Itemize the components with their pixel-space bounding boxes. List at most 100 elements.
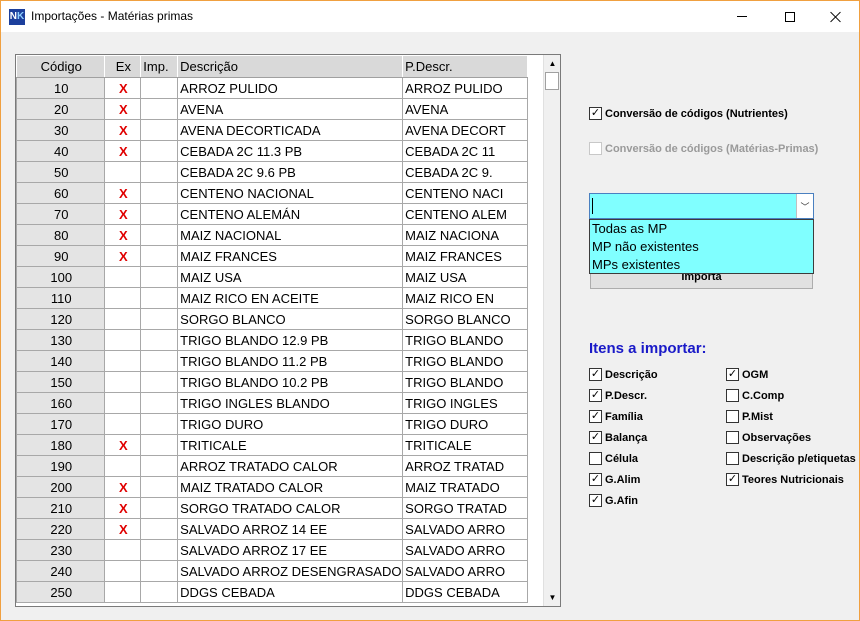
chevron-down-icon[interactable]: ﹀ xyxy=(796,194,813,218)
cell-ex[interactable]: X xyxy=(103,224,142,246)
cell-imp[interactable] xyxy=(140,476,179,498)
cell-description[interactable]: CEBADA 2C 11.3 PB xyxy=(177,140,404,162)
table-row[interactable]: 90 X MAIZ FRANCES MAIZ FRANCES xyxy=(16,245,528,267)
cell-ex[interactable]: X xyxy=(103,518,142,540)
cell-description[interactable]: ARROZ TRATADO CALOR xyxy=(177,455,404,477)
cell-description[interactable]: SALVADO ARROZ 17 EE xyxy=(177,539,404,561)
cell-code[interactable]: 10 xyxy=(16,77,105,99)
cell-description[interactable]: CENTENO ALEMÁN xyxy=(177,203,404,225)
cell-code[interactable]: 250 xyxy=(16,581,105,603)
cell-imp[interactable] xyxy=(140,455,179,477)
cell-imp[interactable] xyxy=(140,329,179,351)
cell-ex[interactable] xyxy=(103,329,142,351)
cell-code[interactable]: 220 xyxy=(16,518,105,540)
cell-ex[interactable] xyxy=(103,413,142,435)
cell-code[interactable]: 210 xyxy=(16,497,105,519)
cell-pdescr[interactable]: TRIGO INGLES xyxy=(402,392,528,414)
cell-description[interactable]: TRIGO BLANDO 10.2 PB xyxy=(177,371,404,393)
cell-imp[interactable] xyxy=(140,140,179,162)
table-row[interactable]: 200 X MAIZ TRATADO CALOR MAIZ TRATADO xyxy=(16,476,528,498)
cell-pdescr[interactable]: TRIGO BLANDO xyxy=(402,350,528,372)
cell-imp[interactable] xyxy=(140,266,179,288)
cell-pdescr[interactable]: TRIGO DURO xyxy=(402,413,528,435)
cell-description[interactable]: MAIZ USA xyxy=(177,266,404,288)
cell-imp[interactable] xyxy=(140,392,179,414)
cell-ex[interactable]: X xyxy=(103,119,142,141)
cell-ex[interactable]: X xyxy=(103,476,142,498)
cell-ex[interactable] xyxy=(103,392,142,414)
cell-code[interactable]: 90 xyxy=(16,245,105,267)
table-row[interactable]: 50 CEBADA 2C 9.6 PB CEBADA 2C 9. xyxy=(16,161,528,183)
import-item-checkbox[interactable] xyxy=(589,494,602,507)
table-row[interactable]: 120 SORGO BLANCO SORGO BLANCO xyxy=(16,308,528,330)
cell-ex[interactable] xyxy=(103,581,142,603)
cell-pdescr[interactable]: SALVADO ARRO xyxy=(402,518,528,540)
cell-description[interactable]: SORGO TRATADO CALOR xyxy=(177,497,404,519)
cell-pdescr[interactable]: ARROZ TRATAD xyxy=(402,455,528,477)
table-row[interactable]: 230 SALVADO ARROZ 17 EE SALVADO ARRO xyxy=(16,539,528,561)
cell-imp[interactable] xyxy=(140,77,179,99)
cell-imp[interactable] xyxy=(140,518,179,540)
cell-ex[interactable] xyxy=(103,161,142,183)
import-item-checkbox[interactable] xyxy=(589,410,602,423)
cell-pdescr[interactable]: CEBADA 2C 11 xyxy=(402,140,528,162)
table-row[interactable]: 80 X MAIZ NACIONAL MAIZ NACIONA xyxy=(16,224,528,246)
import-item-observacoes[interactable]: Observações xyxy=(726,431,811,444)
import-item-p-mist[interactable]: P.Mist xyxy=(726,410,773,423)
cell-description[interactable]: CEBADA 2C 9.6 PB xyxy=(177,161,404,183)
import-item-checkbox[interactable] xyxy=(589,452,602,465)
import-item-ogm[interactable]: OGM xyxy=(726,368,768,381)
cell-imp[interactable] xyxy=(140,581,179,603)
import-item-familia[interactable]: Família xyxy=(589,410,643,423)
cell-description[interactable]: SORGO BLANCO xyxy=(177,308,404,330)
table-row[interactable]: 190 ARROZ TRATADO CALOR ARROZ TRATAD xyxy=(16,455,528,477)
close-button[interactable] xyxy=(813,1,859,32)
cell-pdescr[interactable]: CENTENO ALEM xyxy=(402,203,528,225)
table-row[interactable]: 220 X SALVADO ARROZ 14 EE SALVADO ARRO xyxy=(16,518,528,540)
cell-description[interactable]: AVENA DECORTICADA xyxy=(177,119,404,141)
cell-imp[interactable] xyxy=(140,224,179,246)
cell-ex[interactable]: X xyxy=(103,140,142,162)
table-row[interactable]: 180 X TRITICALE TRITICALE xyxy=(16,434,528,456)
cell-ex[interactable] xyxy=(103,371,142,393)
cell-code[interactable]: 40 xyxy=(16,140,105,162)
cell-ex[interactable]: X xyxy=(103,497,142,519)
cell-description[interactable]: MAIZ TRATADO CALOR xyxy=(177,476,404,498)
cell-pdescr[interactable]: MAIZ TRATADO xyxy=(402,476,528,498)
scroll-up-icon[interactable]: ▲ xyxy=(544,55,560,72)
import-item-g-alim[interactable]: G.Alim xyxy=(589,473,640,486)
cell-description[interactable]: AVENA xyxy=(177,98,404,120)
cell-imp[interactable] xyxy=(140,371,179,393)
cell-imp[interactable] xyxy=(140,203,179,225)
table-row[interactable]: 140 TRIGO BLANDO 11.2 PB TRIGO BLANDO xyxy=(16,350,528,372)
materials-grid[interactable]: Código Ex Imp. Descrição P.Descr. 10 X ARR… xyxy=(15,54,561,607)
cell-imp[interactable] xyxy=(140,350,179,372)
cell-ex[interactable] xyxy=(103,560,142,582)
cell-pdescr[interactable]: MAIZ USA xyxy=(402,266,528,288)
cell-ex[interactable]: X xyxy=(103,77,142,99)
cell-imp[interactable] xyxy=(140,245,179,267)
cell-pdescr[interactable]: AVENA xyxy=(402,98,528,120)
cell-ex[interactable] xyxy=(103,308,142,330)
cell-imp[interactable] xyxy=(140,161,179,183)
cell-code[interactable]: 60 xyxy=(16,182,105,204)
cell-pdescr[interactable]: TRITICALE xyxy=(402,434,528,456)
import-item-teores-nutricionais[interactable]: Teores Nutricionais xyxy=(726,473,844,486)
import-item-descricao-p-etiquetas[interactable]: Descrição p/etiquetas xyxy=(726,452,856,465)
import-item-checkbox[interactable] xyxy=(726,452,739,465)
cell-code[interactable]: 150 xyxy=(16,371,105,393)
cell-description[interactable]: MAIZ RICO EN ACEITE xyxy=(177,287,404,309)
import-item-checkbox[interactable] xyxy=(726,368,739,381)
cell-imp[interactable] xyxy=(140,497,179,519)
cell-description[interactable]: SALVADO ARROZ 14 EE xyxy=(177,518,404,540)
cell-code[interactable]: 110 xyxy=(16,287,105,309)
cell-ex[interactable]: X xyxy=(103,203,142,225)
cell-description[interactable]: CENTENO NACIONAL xyxy=(177,182,404,204)
import-item-celula[interactable]: Célula xyxy=(589,452,638,465)
table-row[interactable]: 250 DDGS CEBADA DDGS CEBADA xyxy=(16,581,528,603)
column-header-ex[interactable]: Ex xyxy=(103,55,142,78)
table-row[interactable]: 110 MAIZ RICO EN ACEITE MAIZ RICO EN xyxy=(16,287,528,309)
cell-code[interactable]: 160 xyxy=(16,392,105,414)
table-row[interactable]: 40 X CEBADA 2C 11.3 PB CEBADA 2C 11 xyxy=(16,140,528,162)
dropdown-option-nonexistent[interactable]: MP não existentes xyxy=(590,238,813,256)
